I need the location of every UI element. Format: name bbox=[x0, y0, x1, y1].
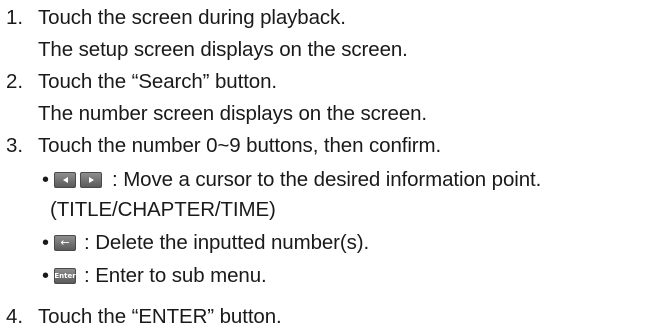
step-2-result: The number screen displays on the screen… bbox=[38, 102, 428, 125]
bullet-3-text: : Enter to sub menu. bbox=[84, 264, 267, 287]
bullet-1-text: : Move a cursor to the desired informati… bbox=[112, 168, 542, 191]
bullet-marker: • bbox=[42, 265, 50, 287]
step-3-number: 3. bbox=[6, 134, 24, 157]
bullet-marker: • bbox=[42, 232, 50, 254]
bullet-2-text: : Delete the inputted number(s). bbox=[84, 231, 370, 254]
backspace-key-icon: ← bbox=[54, 235, 76, 251]
step-4-instruction: Touch the “ENTER” button. bbox=[38, 305, 282, 328]
bullet-marker: • bbox=[42, 169, 50, 191]
left-arrow-key-icon bbox=[54, 172, 76, 188]
bullet-1-continuation: (TITLE/CHAPTER/TIME) bbox=[50, 198, 276, 221]
step-1-result: The setup screen displays on the screen. bbox=[38, 38, 408, 61]
right-arrow-key-icon bbox=[80, 172, 102, 188]
step-1-number: 1. bbox=[6, 6, 24, 29]
step-3-instruction: Touch the number 0~9 buttons, then confi… bbox=[38, 134, 442, 157]
step-2-instruction: Touch the “Search” button. bbox=[38, 70, 277, 93]
step-2-number: 2. bbox=[6, 70, 24, 93]
enter-key-icon: Enter bbox=[54, 268, 76, 284]
step-4-number: 4. bbox=[6, 305, 24, 328]
instruction-document: 1. Touch the screen during playback. The… bbox=[0, 0, 660, 329]
step-1-instruction: Touch the screen during playback. bbox=[38, 6, 346, 29]
